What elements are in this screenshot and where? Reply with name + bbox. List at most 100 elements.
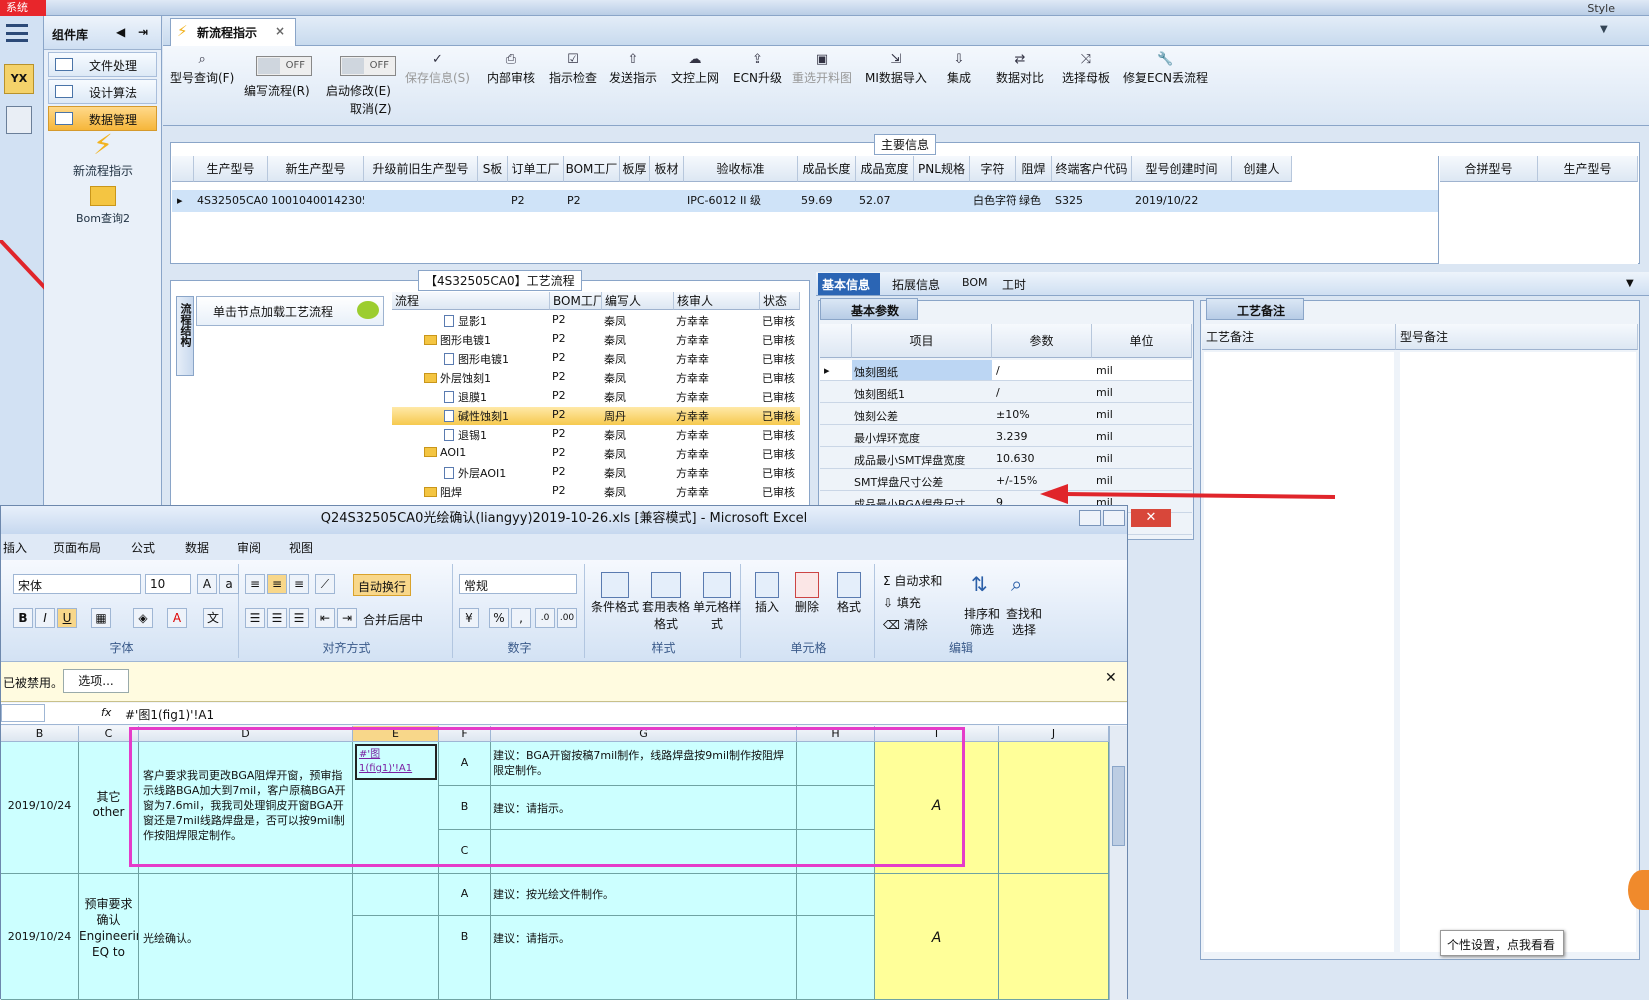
library-item-algorithm[interactable]: 设计算法	[48, 79, 157, 104]
main-info-header[interactable]: 成品宽度	[856, 156, 914, 182]
font-name-select[interactable]: 宋体	[13, 574, 141, 594]
main-info-cell[interactable]: 10010400142305	[268, 190, 364, 212]
main-info-cell[interactable]	[914, 190, 970, 212]
cell-j-1[interactable]	[999, 742, 1109, 874]
main-info-header[interactable]: S板	[478, 156, 508, 182]
align-top-icon[interactable]: ≡	[245, 574, 265, 594]
dropdown-icon[interactable]: ▼	[1626, 278, 1634, 289]
tree-node[interactable]: 退膜1 P2 秦凤 方幸幸 已审核	[392, 388, 800, 406]
main-info-header[interactable]: 板材	[650, 156, 684, 182]
style-menu[interactable]: Style	[1587, 2, 1615, 15]
cancel-button[interactable]: 取消(Z)	[350, 100, 392, 117]
close-icon[interactable]: ✕	[1131, 509, 1171, 527]
internal-review-button[interactable]: ⎙ 内部审核	[487, 52, 535, 86]
shrink-font-icon[interactable]: a	[219, 574, 239, 594]
tile-bom-query[interactable]: Bom查询2	[44, 186, 162, 226]
italic-icon[interactable]: I	[35, 608, 55, 628]
column-header[interactable]: J	[999, 726, 1109, 742]
main-info-cell[interactable]: 绿色	[1016, 190, 1052, 212]
mi-import-button[interactable]: ⇲ MI数据导入	[865, 52, 927, 86]
main-info-cell[interactable]: IPC-6012 II 级	[684, 190, 798, 212]
merge-center-button[interactable]: 合并后居中	[363, 611, 423, 628]
main-info-cell[interactable]	[478, 190, 508, 212]
model-query-button[interactable]: ⌕ 型号查询(F)	[170, 52, 234, 86]
tree-node[interactable]: 阻焊 P2 秦凤 方幸幸 已审核	[392, 483, 800, 501]
hamburger-icon[interactable]	[6, 24, 28, 42]
main-info-header[interactable]: 生产型号	[194, 156, 268, 182]
menu-insert[interactable]: 插入	[3, 539, 27, 556]
maximize-icon[interactable]	[1103, 510, 1125, 526]
align-bottom-icon[interactable]: ≡	[289, 574, 309, 594]
cell-link-2b[interactable]	[353, 916, 439, 1000]
find-select-button[interactable]: 查找和选择	[1003, 606, 1045, 638]
main-info-cell[interactable]: 4S32505CA0	[194, 190, 268, 212]
sort-filter-button[interactable]: 排序和筛选	[961, 606, 1003, 638]
select-master-button[interactable]: ⤨ 选择母板	[1062, 52, 1110, 86]
main-info-cell[interactable]: 59.69	[798, 190, 856, 212]
process-header[interactable]: 核审人	[674, 292, 760, 310]
dropdown-icon[interactable]: ▼	[1600, 24, 1608, 35]
cell-desc-2[interactable]: 光绘确认。	[139, 874, 353, 1000]
font-size-select[interactable]: 10	[145, 574, 191, 594]
cell-opt-2a[interactable]: A	[439, 874, 491, 916]
fix-ecn-button[interactable]: 🔧 修复ECN丢流程	[1123, 52, 1208, 86]
tree-node[interactable]: 碱性蚀刻1 P2 周丹 方幸幸 已审核	[392, 407, 800, 425]
menu-review[interactable]: 审阅	[237, 539, 261, 556]
instruct-check-button[interactable]: ☑ 指示检查	[549, 52, 597, 86]
menu-view[interactable]: 视图	[289, 539, 313, 556]
main-info-header[interactable]: 升级前旧生产型号	[364, 156, 478, 182]
table-format-button[interactable]: 套用表格格式	[639, 572, 693, 632]
doc-upload-button[interactable]: ☁ 文控上网	[671, 52, 719, 86]
cell-sugg-2b[interactable]: 建议：请指示。	[491, 916, 797, 1000]
process-note-area[interactable]	[1204, 352, 1394, 952]
tree-node[interactable]: 退锡1 P2 秦凤 方幸幸 已审核	[392, 426, 800, 444]
params-header[interactable]: 参数	[992, 324, 1092, 358]
cell-h-2b[interactable]	[797, 916, 875, 1000]
main-info-cell[interactable]: S325	[1052, 190, 1132, 212]
tree-node[interactable]: AOI1 P2 秦凤 方幸幸 已审核	[392, 445, 800, 463]
tooltip[interactable]: 个性设置，点我看看	[1440, 930, 1564, 956]
cell-answer-2[interactable]: A	[875, 874, 999, 1000]
tile-new-flow[interactable]: ⚡ 新流程指示	[44, 128, 162, 179]
delete-cells-button[interactable]: 删除	[787, 572, 827, 615]
tab-labor[interactable]: 工时	[1002, 276, 1026, 293]
indent-decrease-icon[interactable]: ⇤	[315, 608, 335, 628]
align-left-icon[interactable]: ☰	[245, 608, 265, 628]
params-header[interactable]: 单位	[1092, 324, 1192, 358]
cell-link-2a[interactable]	[353, 874, 439, 916]
chevron-left-icon[interactable]: ◀	[116, 25, 125, 39]
underline-icon[interactable]: U	[57, 608, 77, 628]
main-info-header[interactable]: 创建人	[1232, 156, 1292, 182]
wrap-text-button[interactable]: 自动换行	[353, 574, 412, 596]
main-info-cell[interactable]: 白色字符	[970, 190, 1016, 212]
percent-icon[interactable]: %	[489, 608, 509, 628]
phonetic-icon[interactable]: 文	[203, 608, 223, 628]
conditional-format-button[interactable]: 条件格式	[589, 572, 641, 615]
tab-basic-info[interactable]: 基本信息	[818, 273, 880, 295]
main-info-header[interactable]: 成品长度	[798, 156, 856, 182]
main-info-header[interactable]: 型号创建时间	[1132, 156, 1232, 182]
cell-j-2[interactable]	[999, 874, 1109, 1000]
data-compare-button[interactable]: ⇄ 数据对比	[996, 52, 1044, 86]
name-box[interactable]	[1, 704, 45, 722]
tab-bom[interactable]: BOM	[962, 276, 988, 289]
main-info-header[interactable]: 字符	[970, 156, 1016, 182]
align-right-icon[interactable]: ☰	[289, 608, 309, 628]
main-info-header[interactable]: 板厚	[620, 156, 650, 182]
comma-icon[interactable]: ,	[511, 608, 531, 628]
main-info-header[interactable]: BOM工厂	[564, 156, 620, 182]
send-instruct-button[interactable]: ⇧ 发送指示	[609, 52, 657, 86]
column-header[interactable]: B	[1, 726, 79, 742]
params-row[interactable]: 成品最小SMT焊盘宽度 10.630 mil	[820, 448, 1192, 469]
menu-page-layout[interactable]: 页面布局	[53, 539, 101, 556]
params-row[interactable]: 蚀刻公差 ±10% mil	[820, 404, 1192, 425]
main-info-header[interactable]: 终端客户代码	[1052, 156, 1132, 182]
params-row[interactable]: 最小焊环宽度 3.239 mil	[820, 426, 1192, 447]
bold-icon[interactable]: B	[13, 608, 33, 628]
close-icon[interactable]: ✕	[1105, 670, 1117, 686]
float-ball-icon[interactable]	[1628, 870, 1649, 910]
main-info-header[interactable]: PNL规格	[914, 156, 970, 182]
integrate-button[interactable]: ⇩ 集成	[947, 52, 971, 86]
main-info-cell[interactable]: 2019/10/22	[1132, 190, 1232, 212]
main-info-cell[interactable]: P2	[564, 190, 620, 212]
